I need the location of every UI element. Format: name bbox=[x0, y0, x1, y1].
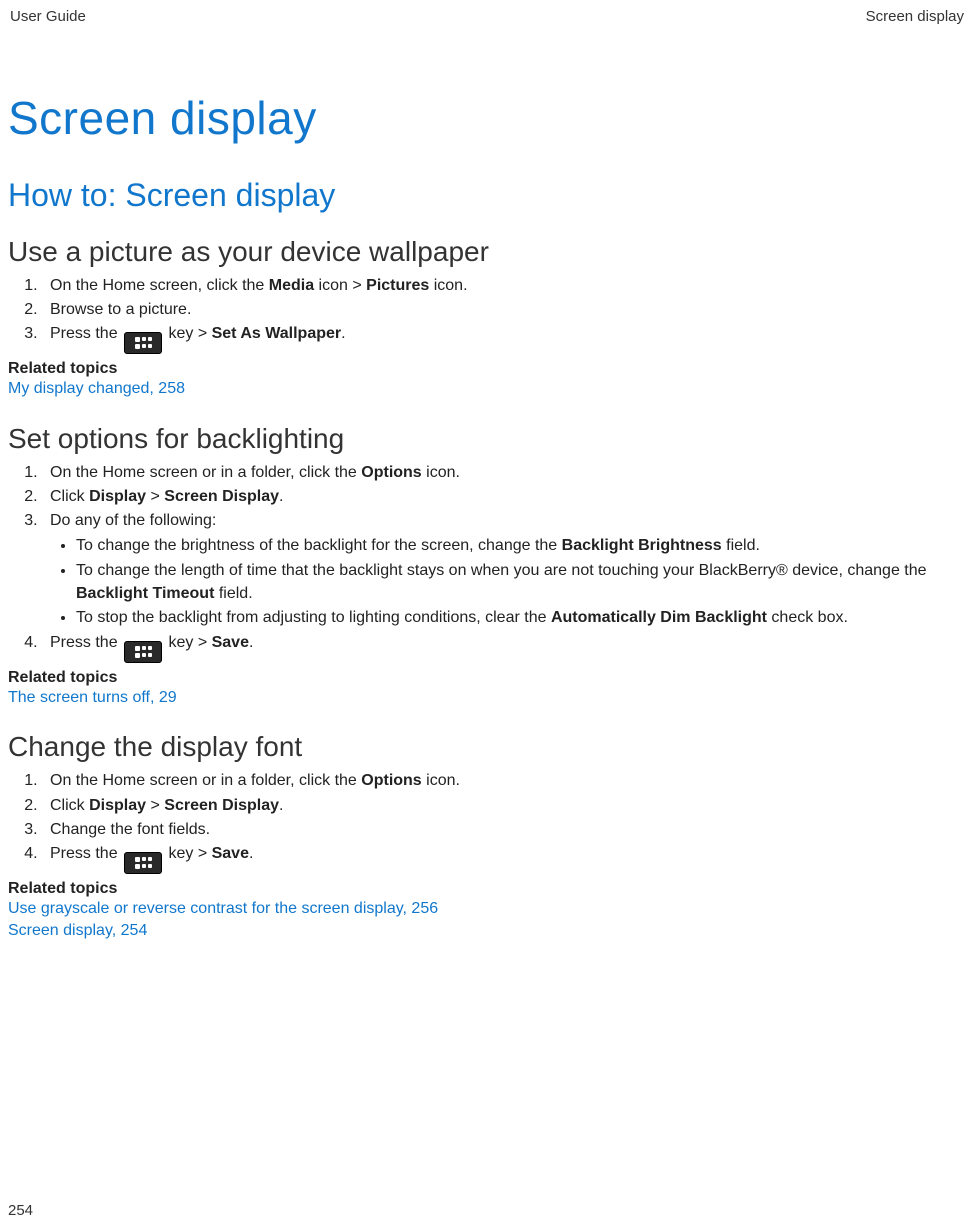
list-item: Click Display > Screen Display. bbox=[42, 485, 966, 508]
text: Press the bbox=[50, 845, 122, 862]
text: field. bbox=[722, 537, 760, 554]
text-bold: Media bbox=[269, 277, 314, 294]
menu-key-icon bbox=[124, 332, 162, 354]
related-link[interactable]: The screen turns off, 29 bbox=[8, 687, 966, 709]
text: Change the font fields. bbox=[50, 821, 210, 838]
text: key > bbox=[164, 325, 212, 342]
text: icon > bbox=[314, 277, 366, 294]
font-steps: On the Home screen or in a folder, click… bbox=[8, 769, 966, 874]
related-topics-label: Related topics bbox=[8, 360, 966, 378]
related-topics-label: Related topics bbox=[8, 880, 966, 898]
text: Press the bbox=[50, 325, 122, 342]
section-heading-font: Change the display font bbox=[8, 731, 966, 763]
list-item: Browse to a picture. bbox=[42, 298, 966, 321]
list-item: On the Home screen, click the Media icon… bbox=[42, 274, 966, 297]
text: To stop the backlight from adjusting to … bbox=[76, 609, 551, 626]
text: . bbox=[341, 325, 345, 342]
section-heading-howto: How to: Screen display bbox=[8, 177, 966, 214]
text: On the Home screen or in a folder, click… bbox=[50, 772, 361, 789]
header-left: User Guide bbox=[10, 8, 86, 25]
list-item: Press the key > Save. bbox=[42, 631, 966, 663]
list-item: To change the brightness of the backligh… bbox=[76, 534, 966, 557]
wallpaper-steps: On the Home screen, click the Media icon… bbox=[8, 274, 966, 354]
text: Click bbox=[50, 797, 89, 814]
text: key > bbox=[164, 845, 212, 862]
text-bold: Options bbox=[361, 464, 421, 481]
related-link[interactable]: Use grayscale or reverse contrast for th… bbox=[8, 898, 966, 920]
list-item: Do any of the following: To change the b… bbox=[42, 509, 966, 629]
text: icon. bbox=[422, 772, 460, 789]
text-bold: Save bbox=[212, 634, 249, 651]
text: check box. bbox=[767, 609, 848, 626]
list-item: Click Display > Screen Display. bbox=[42, 794, 966, 817]
list-item: To stop the backlight from adjusting to … bbox=[76, 606, 966, 629]
text-bold: Display bbox=[89, 797, 146, 814]
text-bold: Display bbox=[89, 488, 146, 505]
text: Do any of the following: bbox=[50, 512, 216, 529]
text-bold: Automatically Dim Backlight bbox=[551, 609, 767, 626]
page-number: 254 bbox=[8, 1202, 33, 1219]
menu-key-icon bbox=[124, 852, 162, 874]
text: icon. bbox=[422, 464, 460, 481]
text-bold: Backlight Brightness bbox=[562, 537, 722, 554]
list-item: On the Home screen or in a folder, click… bbox=[42, 769, 966, 792]
header-right: Screen display bbox=[866, 8, 964, 25]
list-item: On the Home screen or in a folder, click… bbox=[42, 461, 966, 484]
text: > bbox=[146, 797, 164, 814]
text: . bbox=[279, 797, 283, 814]
text: Press the bbox=[50, 634, 122, 651]
page-title: Screen display bbox=[8, 91, 966, 145]
text-bold: Set As Wallpaper bbox=[212, 325, 342, 342]
list-item: Change the font fields. bbox=[42, 818, 966, 841]
related-topics-label: Related topics bbox=[8, 669, 966, 687]
text: To change the brightness of the backligh… bbox=[76, 537, 562, 554]
related-link[interactable]: My display changed, 258 bbox=[8, 378, 966, 400]
section-heading-wallpaper: Use a picture as your device wallpaper bbox=[8, 236, 966, 268]
menu-key-icon bbox=[124, 641, 162, 663]
text: On the Home screen or in a folder, click… bbox=[50, 464, 361, 481]
text: . bbox=[249, 845, 253, 862]
list-item: Press the key > Set As Wallpaper. bbox=[42, 322, 966, 354]
list-item: To change the length of time that the ba… bbox=[76, 559, 966, 605]
text: > bbox=[146, 488, 164, 505]
text-bold: Screen Display bbox=[164, 797, 279, 814]
text: icon. bbox=[429, 277, 467, 294]
backlight-steps: On the Home screen or in a folder, click… bbox=[8, 461, 966, 663]
text-bold: Backlight Timeout bbox=[76, 585, 214, 602]
text: Browse to a picture. bbox=[50, 301, 191, 318]
text-bold: Options bbox=[361, 772, 421, 789]
page: User Guide Screen display Screen display… bbox=[0, 0, 974, 1227]
text: Click bbox=[50, 488, 89, 505]
text: To change the length of time that the ba… bbox=[76, 562, 927, 579]
text-bold: Save bbox=[212, 845, 249, 862]
text: On the Home screen, click the bbox=[50, 277, 269, 294]
text: . bbox=[279, 488, 283, 505]
text: key > bbox=[164, 634, 212, 651]
text-bold: Screen Display bbox=[164, 488, 279, 505]
text: . bbox=[249, 634, 253, 651]
text-bold: Pictures bbox=[366, 277, 429, 294]
page-header: User Guide Screen display bbox=[8, 8, 966, 31]
text: field. bbox=[214, 585, 252, 602]
section-heading-backlight: Set options for backlighting bbox=[8, 423, 966, 455]
backlight-sublist: To change the brightness of the backligh… bbox=[50, 534, 966, 629]
list-item: Press the key > Save. bbox=[42, 842, 966, 874]
related-link[interactable]: Screen display, 254 bbox=[8, 920, 966, 942]
